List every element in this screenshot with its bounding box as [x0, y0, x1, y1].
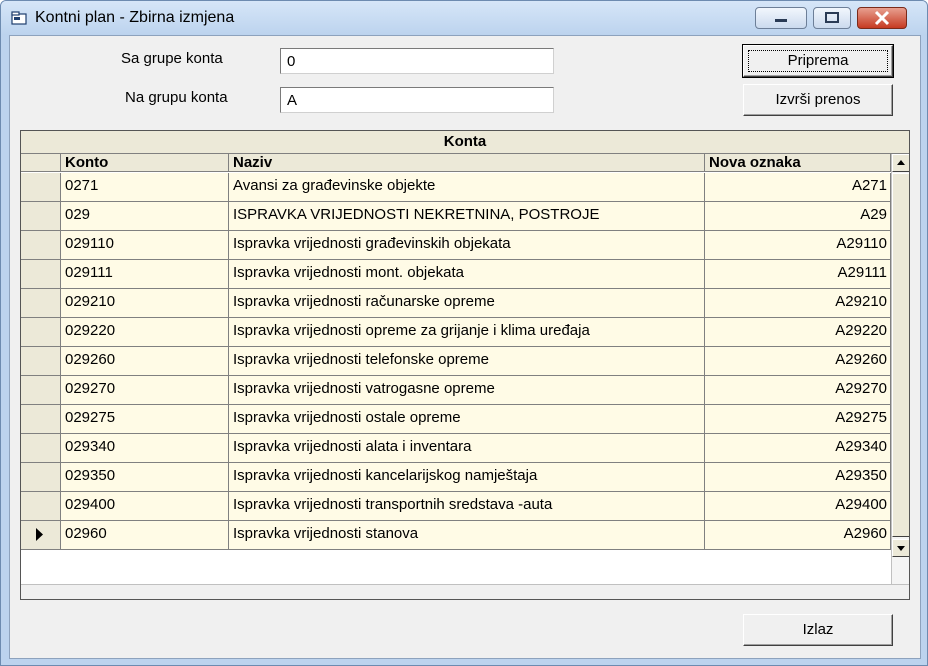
row-selector[interactable] — [21, 260, 61, 289]
cell-nova-oznaka[interactable]: A29350 — [705, 463, 891, 492]
cell-nova-oznaka[interactable]: A29275 — [705, 405, 891, 434]
cell-nova-oznaka[interactable]: A2960 — [705, 521, 891, 550]
row-selector[interactable] — [21, 173, 61, 202]
grid-bottom-strip — [21, 584, 909, 599]
table-row[interactable]: 02960 Ispravka vrijednosti stanova A2960 — [21, 521, 891, 550]
cell-konto[interactable]: 029 — [61, 202, 229, 231]
table-row[interactable]: 029270 Ispravka vrijednosti vatrogasne op… — [21, 376, 891, 405]
scroll-thumb[interactable] — [892, 173, 909, 537]
cell-nova-oznaka[interactable]: A271 — [705, 173, 891, 202]
cell-nova-oznaka[interactable]: A29220 — [705, 318, 891, 347]
cell-konto[interactable]: 029275 — [61, 405, 229, 434]
cell-nova-oznaka[interactable]: A29210 — [705, 289, 891, 318]
row-selector[interactable] — [21, 231, 61, 260]
cell-konto[interactable]: 029340 — [61, 434, 229, 463]
table-row[interactable]: 029210 Ispravka vrijednosti računarske op… — [21, 289, 891, 318]
cell-naziv[interactable]: Ispravka vrijednosti transportnih sredst… — [229, 492, 705, 521]
cell-nova-oznaka[interactable]: A29111 — [705, 260, 891, 289]
cell-naziv[interactable]: Ispravka vrijednosti računarske opreme — [229, 289, 705, 318]
row-selector[interactable] — [21, 202, 61, 231]
cell-konto[interactable]: 029260 — [61, 347, 229, 376]
form-client-area: Sa grupe konta 0 Na grupu konta A Pripre… — [9, 35, 921, 659]
cell-naziv[interactable]: Ispravka vrijednosti građevinskih objeka… — [229, 231, 705, 260]
to-group-label: Na grupu konta — [125, 89, 228, 106]
cell-konto[interactable]: 029110 — [61, 231, 229, 260]
maximize-button[interactable] — [813, 7, 851, 29]
from-group-input[interactable]: 0 — [280, 48, 554, 74]
close-icon — [874, 10, 890, 26]
cell-konto[interactable]: 029270 — [61, 376, 229, 405]
cell-nova-oznaka[interactable]: A29400 — [705, 492, 891, 521]
scroll-up-button[interactable] — [892, 154, 909, 172]
cell-naziv[interactable]: Ispravka vrijednosti mont. objekata — [229, 260, 705, 289]
table-row[interactable]: 029400 Ispravka vrijednosti transportnih … — [21, 492, 891, 521]
cell-naziv[interactable]: Avansi za građevinske objekte — [229, 173, 705, 202]
cell-nova-oznaka[interactable]: A29110 — [705, 231, 891, 260]
execute-transfer-button[interactable]: Izvrši prenos — [743, 84, 893, 116]
application-window: Kontni plan - Zbirna izmjena Sa grupe ko… — [0, 0, 928, 666]
row-selector[interactable] — [21, 347, 61, 376]
arrow-down-icon — [897, 546, 905, 551]
row-selector[interactable] — [21, 289, 61, 318]
table-row[interactable]: 029260 Ispravka vrijednosti telefonske op… — [21, 347, 891, 376]
current-row-indicator-icon — [36, 528, 43, 541]
table-row[interactable]: 029350 Ispravka vrijednosti kancelarijsko… — [21, 463, 891, 492]
cell-konto[interactable]: 029400 — [61, 492, 229, 521]
app-icon — [11, 11, 27, 25]
table-row[interactable]: 0271 Avansi za građevinske objekte A271 — [21, 173, 891, 202]
cell-nova-oznaka[interactable]: A29270 — [705, 376, 891, 405]
close-button[interactable] — [857, 7, 907, 29]
table-row[interactable]: 029110 Ispravka vrijednosti građevinskih … — [21, 231, 891, 260]
cell-nova-oznaka[interactable]: A29260 — [705, 347, 891, 376]
minimize-button[interactable] — [755, 7, 807, 29]
row-selector[interactable] — [21, 521, 61, 550]
row-selector[interactable] — [21, 492, 61, 521]
cell-naziv[interactable]: Ispravka vrijednosti vatrogasne opreme — [229, 376, 705, 405]
table-row[interactable]: 029 ISPRAVKA VRIJEDNOSTI NEKRETNINA, POST… — [21, 202, 891, 231]
cell-konto[interactable]: 029220 — [61, 318, 229, 347]
row-selector[interactable] — [21, 463, 61, 492]
cell-nova-oznaka[interactable]: A29 — [705, 202, 891, 231]
prepare-button-label: Priprema — [787, 52, 849, 69]
column-header-konto[interactable]: Konto — [61, 154, 229, 172]
cell-naziv[interactable]: Ispravka vrijednosti stanova — [229, 521, 705, 550]
cell-naziv[interactable]: Ispravka vrijednosti alata i inventara — [229, 434, 705, 463]
to-group-input[interactable]: A — [280, 87, 554, 113]
exit-button[interactable]: Izlaz — [743, 614, 893, 646]
cell-naziv[interactable]: Ispravka vrijednosti opreme za grijanje … — [229, 318, 705, 347]
window-title: Kontni plan - Zbirna izmjena — [35, 9, 235, 26]
row-selector[interactable] — [21, 405, 61, 434]
column-header-nova-oznaka[interactable]: Nova oznaka — [705, 154, 891, 172]
cell-nova-oznaka[interactable]: A29340 — [705, 434, 891, 463]
row-selector[interactable] — [21, 376, 61, 405]
cell-naziv[interactable]: Ispravka vrijednosti ostale opreme — [229, 405, 705, 434]
table-row[interactable]: 029340 Ispravka vrijednosti alata i inven… — [21, 434, 891, 463]
row-selector[interactable] — [21, 434, 61, 463]
cell-naziv[interactable]: Ispravka vrijednosti kancelarijskog namj… — [229, 463, 705, 492]
cell-konto[interactable]: 029210 — [61, 289, 229, 318]
title-bar[interactable]: Kontni plan - Zbirna izmjena — [1, 1, 927, 35]
maximize-icon — [825, 12, 839, 23]
row-selector-header — [21, 154, 61, 172]
grid-caption: Konta — [21, 131, 909, 154]
arrow-up-icon — [897, 160, 905, 165]
scroll-down-button[interactable] — [892, 539, 909, 557]
cell-konto[interactable]: 02960 — [61, 521, 229, 550]
minimize-icon — [775, 19, 787, 22]
cell-naziv[interactable]: ISPRAVKA VRIJEDNOSTI NEKRETNINA, POSTROJ… — [229, 202, 705, 231]
cell-konto[interactable]: 029111 — [61, 260, 229, 289]
row-selector[interactable] — [21, 318, 61, 347]
accounts-grid[interactable]: Konta Konto Naziv Nova oznaka 0271 Avansi… — [20, 130, 910, 600]
table-row[interactable]: 029111 Ispravka vrijednosti mont. objekat… — [21, 260, 891, 289]
cell-konto[interactable]: 029350 — [61, 463, 229, 492]
cell-naziv[interactable]: Ispravka vrijednosti telefonske opreme — [229, 347, 705, 376]
from-group-label: Sa grupe konta — [121, 50, 223, 67]
cell-konto[interactable]: 0271 — [61, 173, 229, 202]
vertical-scrollbar[interactable] — [891, 154, 909, 584]
table-row[interactable]: 029220 Ispravka vrijednosti opreme za gri… — [21, 318, 891, 347]
table-row[interactable]: 029275 Ispravka vrijednosti ostale opreme… — [21, 405, 891, 434]
column-header-naziv[interactable]: Naziv — [229, 154, 705, 172]
prepare-button[interactable]: Priprema — [742, 44, 894, 78]
